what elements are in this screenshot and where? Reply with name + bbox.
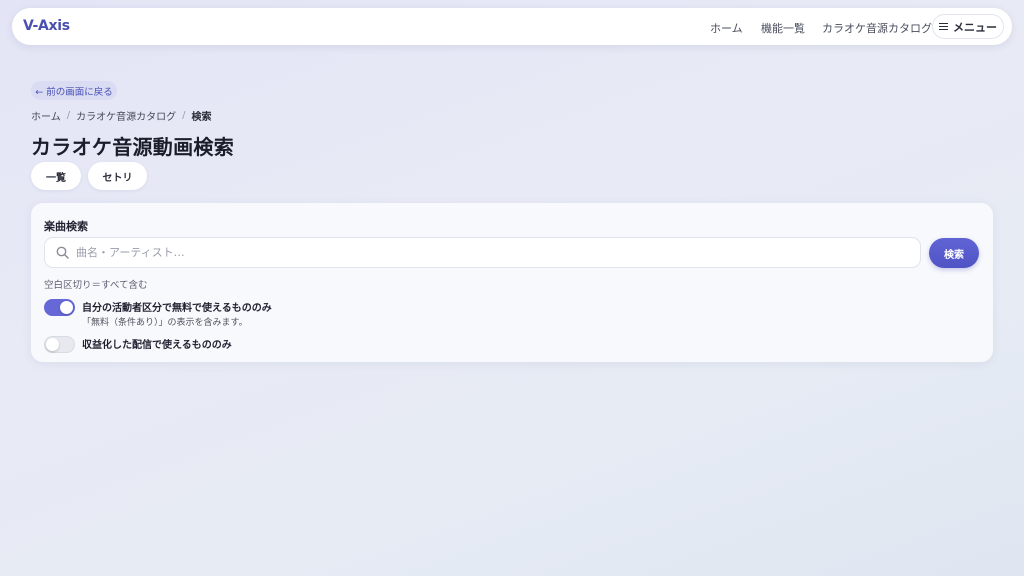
breadcrumb-current: 検索 (191, 112, 212, 123)
tab-setlist[interactable]: セトリ (88, 162, 147, 190)
search-icon (56, 246, 69, 259)
card-title: 楽曲検索 (44, 220, 88, 233)
search-button[interactable]: 検索 (929, 238, 979, 268)
breadcrumb-separator: / (66, 110, 71, 121)
toggle-knob (60, 301, 73, 314)
monetized-only-toggle[interactable] (44, 336, 75, 353)
breadcrumb-home[interactable]: ホーム (31, 108, 61, 123)
breadcrumb-karaoke-catalog[interactable]: カラオケ音源カタログ (76, 108, 176, 123)
back-button[interactable]: ← 前の画面に戻る (31, 81, 117, 100)
menu-button-label: メニュー (953, 20, 997, 34)
breadcrumb: ホーム / カラオケ音源カタログ / 検索 (31, 108, 211, 123)
search-input[interactable] (76, 246, 920, 259)
search-hint: 空白区切り＝すべて含む (44, 280, 148, 291)
monetized-only-label: 収益化した配信で使えるもののみ (82, 340, 232, 351)
nav-link-home[interactable]: ホーム (710, 20, 743, 36)
free-only-toggle[interactable] (44, 299, 75, 316)
free-only-label: 自分の活動者区分で無料で使えるもののみ (82, 303, 272, 314)
song-search-card: 楽曲検索 検索 空白区切り＝すべて含む 自分の活動者区分で無料で使えるもののみ … (31, 203, 993, 362)
breadcrumb-separator: / (182, 110, 186, 121)
hamburger-icon (939, 22, 948, 31)
site-logo[interactable]: V-Axis (23, 18, 70, 34)
free-only-sublabel: 「無料（条件あり）」の表示を含みます。 (82, 318, 248, 328)
tab-list[interactable]: 一覧 (31, 162, 81, 190)
menu-button[interactable]: メニュー (932, 14, 1004, 39)
nav-link-features[interactable]: 機能一覧 (761, 20, 805, 36)
page-title: カラオケ音源動画検索 (31, 135, 234, 159)
nav-link-karaoke-catalog[interactable]: カラオケ音源カタログ (822, 20, 932, 36)
toggle-knob (46, 338, 59, 351)
top-navigation-bar: V-Axis ホーム 機能一覧 カラオケ音源カタログ メニュー (12, 8, 1012, 45)
search-field[interactable] (44, 237, 921, 268)
